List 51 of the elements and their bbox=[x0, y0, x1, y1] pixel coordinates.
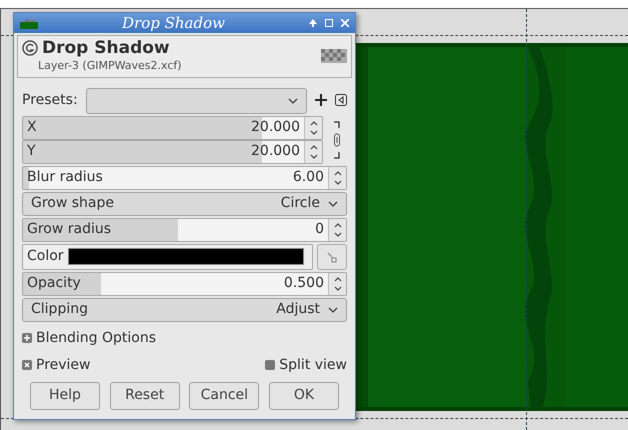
spin-field[interactable]: X 20.000 bbox=[22, 116, 323, 140]
dialog-heading: Drop Shadow bbox=[42, 38, 170, 58]
dialog-button[interactable]: Help bbox=[30, 382, 100, 410]
spin-arrows-icon bbox=[310, 120, 318, 136]
spin-arrows-icon bbox=[334, 276, 342, 292]
dialog-button[interactable]: Cancel bbox=[189, 382, 260, 410]
spin-button[interactable] bbox=[304, 116, 322, 138]
spin-button[interactable] bbox=[328, 218, 346, 240]
spin-arrows-icon bbox=[334, 170, 342, 186]
field-value: 0 bbox=[315, 220, 325, 239]
color-picker-button[interactable] bbox=[317, 244, 347, 270]
presets-label: Presets: bbox=[22, 91, 78, 110]
caret-icon bbox=[328, 200, 338, 206]
checkbox-label[interactable]: Preview bbox=[36, 354, 266, 376]
spin-button[interactable] bbox=[304, 140, 322, 162]
window-title: Drop Shadow bbox=[120, 12, 226, 34]
close-icon[interactable] bbox=[341, 19, 349, 27]
checkbox-label[interactable]: Split view bbox=[279, 354, 347, 376]
layer-name: Layer-3 (GIMPWaves2.xcf) bbox=[37, 58, 183, 74]
dropdown[interactable]: Clipping Adjust bbox=[22, 298, 347, 322]
spin-field[interactable]: Y 20.000 bbox=[22, 140, 323, 164]
field-label: X bbox=[26, 118, 38, 137]
caret-icon bbox=[328, 306, 338, 312]
field-value: 6.00 bbox=[292, 168, 325, 187]
spin-field[interactable]: Blur radius 6.00 bbox=[22, 166, 347, 190]
dialog-button[interactable]: Reset bbox=[110, 382, 180, 410]
spin-arrows-icon bbox=[334, 222, 342, 238]
swirl-icon bbox=[22, 40, 38, 56]
expander-label[interactable]: Blending Options bbox=[36, 328, 156, 348]
spin-button[interactable] bbox=[328, 272, 346, 294]
app-icon bbox=[20, 17, 38, 29]
maximize-icon[interactable] bbox=[325, 19, 333, 27]
spin-arrows-icon bbox=[310, 144, 318, 160]
keep-above-icon[interactable] bbox=[309, 19, 317, 27]
layer-thumbnail-icon bbox=[321, 49, 347, 64]
field-value: 20.000 bbox=[251, 118, 301, 137]
color-label: Color bbox=[26, 247, 65, 266]
dialog-button[interactable]: OK bbox=[268, 382, 339, 410]
field-label: Blur radius bbox=[26, 168, 104, 187]
spin-field[interactable]: Opacity 0.500 bbox=[22, 272, 347, 296]
spin-button[interactable] bbox=[328, 166, 346, 188]
field-value: 20.000 bbox=[251, 142, 301, 161]
field-label: Opacity bbox=[26, 274, 82, 293]
field-value: 0.500 bbox=[284, 274, 325, 293]
eyedropper-icon bbox=[326, 250, 338, 262]
field-label: Grow radius bbox=[26, 220, 112, 239]
field-label: Y bbox=[26, 142, 37, 161]
spin-field[interactable]: Grow radius 0 bbox=[22, 218, 347, 242]
caret-icon bbox=[288, 98, 298, 104]
dropdown[interactable]: Grow shape Circle bbox=[22, 192, 347, 216]
color-swatch[interactable] bbox=[68, 248, 304, 265]
